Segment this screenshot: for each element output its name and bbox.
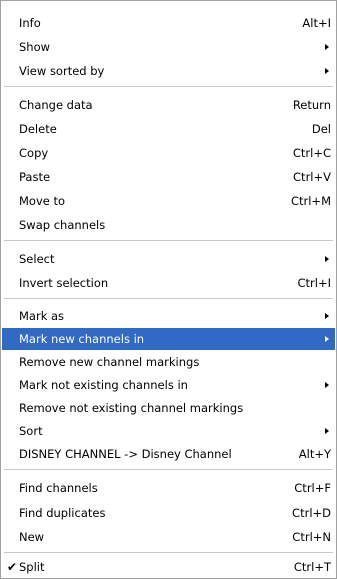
menu-item-label: Find channels bbox=[19, 481, 98, 495]
menu-item-shortcut: Ctrl+F bbox=[294, 481, 331, 495]
menu-separator bbox=[4, 469, 333, 470]
menu-item-label: Sort bbox=[19, 424, 43, 438]
menu-item-mark-not-existing-channels-in[interactable]: Mark not existing channels in bbox=[2, 374, 335, 396]
submenu-arrow-icon bbox=[325, 68, 329, 74]
menu-item-shortcut: Ctrl+V bbox=[293, 170, 331, 184]
submenu-arrow-icon bbox=[325, 256, 329, 262]
menu-separator bbox=[4, 298, 333, 299]
menu-item-shortcut: Ctrl+N bbox=[292, 530, 331, 544]
submenu-arrow-icon bbox=[325, 313, 329, 319]
menu-item-label: Change data bbox=[19, 98, 93, 112]
menu-item-copy[interactable]: Copy Ctrl+C bbox=[2, 142, 335, 164]
menu-item-remove-not-existing-channel-markings[interactable]: Remove not existing channel markings bbox=[2, 397, 335, 419]
menu-item-label: Mark new channels in bbox=[19, 332, 145, 346]
menu-item-shortcut: Ctrl+C bbox=[292, 146, 331, 160]
menu-item-view-sorted-by[interactable]: View sorted by bbox=[2, 60, 335, 82]
menu-item-label: Mark as bbox=[19, 309, 65, 323]
menu-item-info[interactable]: Info Alt+I bbox=[2, 12, 335, 34]
menu-item-new[interactable]: New Ctrl+N bbox=[2, 526, 335, 548]
submenu-arrow-icon bbox=[325, 428, 329, 434]
menu-item-label: Select bbox=[19, 252, 55, 266]
menu-item-label: Show bbox=[19, 40, 51, 54]
menu-item-paste[interactable]: Paste Ctrl+V bbox=[2, 166, 335, 188]
context-menu: Info Alt+I Show View sorted by Change da… bbox=[0, 0, 337, 579]
menu-item-shortcut: Alt+I bbox=[302, 16, 331, 30]
menu-item-label: Delete bbox=[19, 122, 57, 136]
menu-item-sort[interactable]: Sort bbox=[2, 420, 335, 442]
submenu-arrow-icon bbox=[325, 382, 329, 388]
menu-item-mark-new-channels-in[interactable]: Mark new channels in bbox=[2, 328, 335, 350]
menu-item-change-data[interactable]: Change data Return bbox=[2, 94, 335, 116]
menu-separator bbox=[4, 86, 333, 87]
menu-separator bbox=[4, 552, 333, 553]
menu-item-label: Info bbox=[19, 16, 41, 30]
menu-item-move-to[interactable]: Move to Ctrl+M bbox=[2, 190, 335, 212]
menu-item-find-channels[interactable]: Find channels Ctrl+F bbox=[2, 477, 335, 499]
menu-item-shortcut: Ctrl+T bbox=[293, 560, 331, 574]
checkmark-icon: ✔ bbox=[6, 560, 18, 574]
menu-item-label: Move to bbox=[19, 194, 66, 208]
menu-item-find-duplicates[interactable]: Find duplicates Ctrl+D bbox=[2, 502, 335, 524]
menu-item-shortcut: Alt+Y bbox=[298, 447, 331, 461]
menu-item-label: Remove new channel markings bbox=[19, 355, 200, 369]
submenu-arrow-icon bbox=[325, 44, 329, 50]
menu-item-show[interactable]: Show bbox=[2, 36, 335, 58]
menu-item-label: Paste bbox=[19, 170, 51, 184]
menu-item-remove-new-channel-markings[interactable]: Remove new channel markings bbox=[2, 351, 335, 373]
menu-item-label: DISNEY CHANNEL -> Disney Channel bbox=[19, 447, 232, 461]
menu-item-rename-case[interactable]: DISNEY CHANNEL -> Disney Channel Alt+Y bbox=[2, 443, 335, 465]
menu-item-label: View sorted by bbox=[19, 64, 105, 78]
menu-item-label: New bbox=[19, 530, 45, 544]
menu-item-invert-selection[interactable]: Invert selection Ctrl+I bbox=[2, 272, 335, 294]
menu-item-label: Find duplicates bbox=[19, 506, 106, 520]
menu-item-label: Copy bbox=[19, 146, 49, 160]
menu-item-label: Split bbox=[19, 560, 45, 574]
menu-item-split[interactable]: ✔ Split Ctrl+T bbox=[2, 556, 335, 578]
submenu-arrow-icon bbox=[325, 336, 329, 342]
menu-item-mark-as[interactable]: Mark as bbox=[2, 305, 335, 327]
menu-item-label: Swap channels bbox=[19, 218, 106, 232]
menu-item-label: Mark not existing channels in bbox=[19, 378, 188, 392]
menu-item-label: Invert selection bbox=[19, 276, 109, 290]
menu-item-shortcut: Ctrl+D bbox=[292, 506, 331, 520]
menu-item-shortcut: Return bbox=[292, 98, 331, 112]
menu-item-shortcut: Ctrl+I bbox=[297, 276, 332, 290]
menu-item-shortcut: Del bbox=[311, 122, 331, 136]
menu-separator bbox=[4, 240, 333, 241]
menu-item-swap-channels[interactable]: Swap channels bbox=[2, 214, 335, 236]
menu-item-shortcut: Ctrl+M bbox=[290, 194, 331, 208]
menu-item-select[interactable]: Select bbox=[2, 248, 335, 270]
menu-item-label: Remove not existing channel markings bbox=[19, 401, 244, 415]
menu-item-delete[interactable]: Delete Del bbox=[2, 118, 335, 140]
